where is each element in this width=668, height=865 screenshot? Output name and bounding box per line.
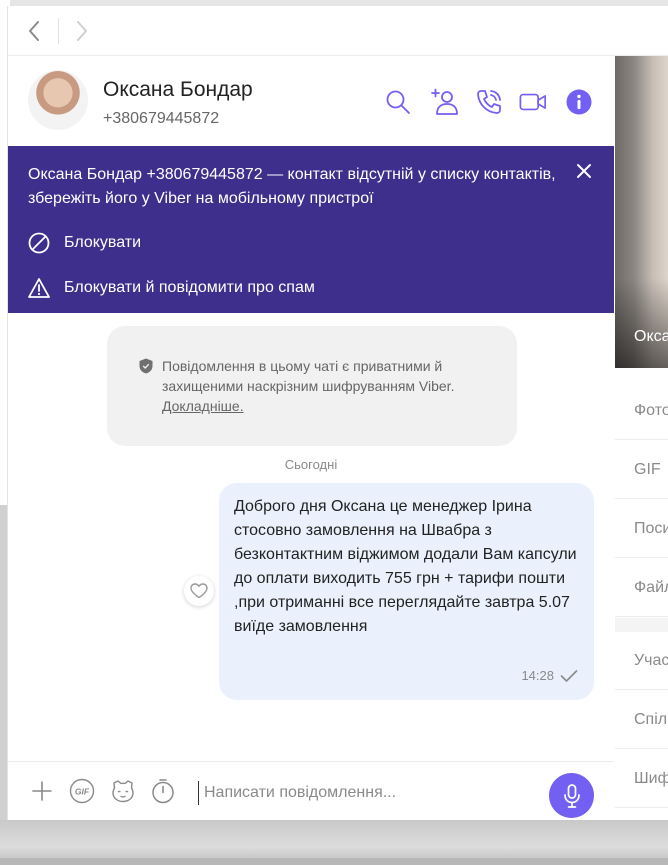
info-item-files[interactable]: Файли — [615, 559, 668, 617]
banner-close-button[interactable] — [574, 161, 594, 181]
heart-icon — [190, 583, 208, 599]
encryption-notice: Повідомлення в цьому чаті є приватними й… — [107, 326, 517, 446]
avatar[interactable] — [28, 70, 88, 130]
message-input[interactable] — [198, 781, 538, 805]
info-item-photos[interactable]: Фото — [615, 382, 668, 440]
encryption-notice-text: Повідомлення в цьому чаті є приватними й… — [162, 358, 455, 394]
timer-button[interactable] — [150, 778, 176, 804]
info-item-common-groups[interactable]: Спільні групи — [615, 691, 668, 749]
message-text: Доброго дня Оксана це менеджер Ірина сто… — [234, 498, 577, 635]
contact-photo[interactable] — [615, 56, 668, 368]
call-button[interactable] — [475, 88, 503, 116]
info-button[interactable] — [565, 88, 593, 116]
block-icon — [28, 232, 50, 254]
info-item-participants[interactable]: Учасники — [615, 632, 668, 690]
plus-icon — [32, 781, 52, 801]
phone-icon — [477, 90, 501, 114]
chat-panel: Оксана Бондар +380679445872 Оксана Бонда… — [8, 56, 614, 820]
checkmark-icon — [560, 670, 578, 682]
block-spam-label: Блокувати й повідомити про спам — [64, 279, 315, 296]
info-item-links[interactable]: Посилання — [615, 500, 668, 558]
message-time: 14:28 — [521, 668, 554, 683]
nav-bar — [8, 6, 668, 56]
banner-text: Оксана Бондар +380679445872 — контакт ві… — [28, 166, 556, 207]
message-composer: GIF — [8, 761, 614, 820]
search-button[interactable] — [384, 88, 412, 116]
timer-icon — [152, 779, 174, 804]
block-spam-button[interactable]: Блокувати й повідомити про спам — [28, 275, 315, 301]
chat-header: Оксана Бондар +380679445872 — [8, 56, 614, 146]
chevron-right-icon — [77, 21, 87, 41]
voice-message-button[interactable] — [549, 773, 594, 818]
like-button[interactable] — [184, 576, 214, 606]
info-icon — [566, 89, 592, 115]
desktop-edge — [0, 858, 668, 865]
video-call-button[interactable] — [519, 88, 547, 116]
microphone-icon — [563, 783, 580, 808]
attach-button[interactable] — [29, 778, 55, 804]
warning-icon — [28, 278, 50, 298]
message-list[interactable]: Повідомлення в цьому чаті є приватними й… — [8, 313, 614, 761]
chevron-left-icon — [29, 21, 39, 41]
forward-button[interactable] — [70, 18, 94, 44]
contact-info-panel: Оксана Бондар Фото GIF Посилання Файли У… — [615, 56, 668, 820]
viber-window: Оксана Бондар +380679445872 Оксана Бонда… — [7, 6, 668, 820]
info-section-gap — [615, 618, 668, 632]
close-icon — [577, 164, 591, 178]
info-item-gif[interactable]: GIF — [615, 441, 668, 499]
video-icon — [519, 93, 546, 111]
add-contact-icon — [431, 88, 458, 115]
nav-divider — [58, 18, 59, 44]
block-button[interactable]: Блокувати — [28, 230, 141, 256]
contact-phone: +380679445872 — [103, 110, 220, 127]
info-contact-name: Оксана Бондар — [634, 328, 668, 345]
gif-button[interactable]: GIF — [69, 778, 95, 804]
learn-more-link[interactable]: Докладніше. — [162, 398, 244, 414]
date-separator: Сьогодні — [284, 457, 338, 472]
gif-icon: GIF — [69, 778, 95, 804]
search-icon — [386, 90, 410, 114]
unknown-contact-banner: Оксана Бондар +380679445872 — контакт ві… — [8, 146, 614, 313]
block-label: Блокувати — [64, 234, 142, 251]
svg-text:GIF: GIF — [75, 787, 90, 797]
sticker-bear-icon — [112, 780, 134, 803]
add-contact-button[interactable] — [430, 88, 458, 116]
message-meta: 14:28 — [521, 664, 578, 688]
outgoing-message[interactable]: Доброго дня Оксана це менеджер Ірина сто… — [219, 483, 594, 700]
info-item-encryption[interactable]: Шифрування — [615, 750, 668, 808]
sticker-button[interactable] — [110, 778, 136, 804]
shield-icon — [139, 358, 153, 374]
contact-name[interactable]: Оксана Бондар — [103, 78, 253, 102]
back-button[interactable] — [22, 18, 46, 44]
